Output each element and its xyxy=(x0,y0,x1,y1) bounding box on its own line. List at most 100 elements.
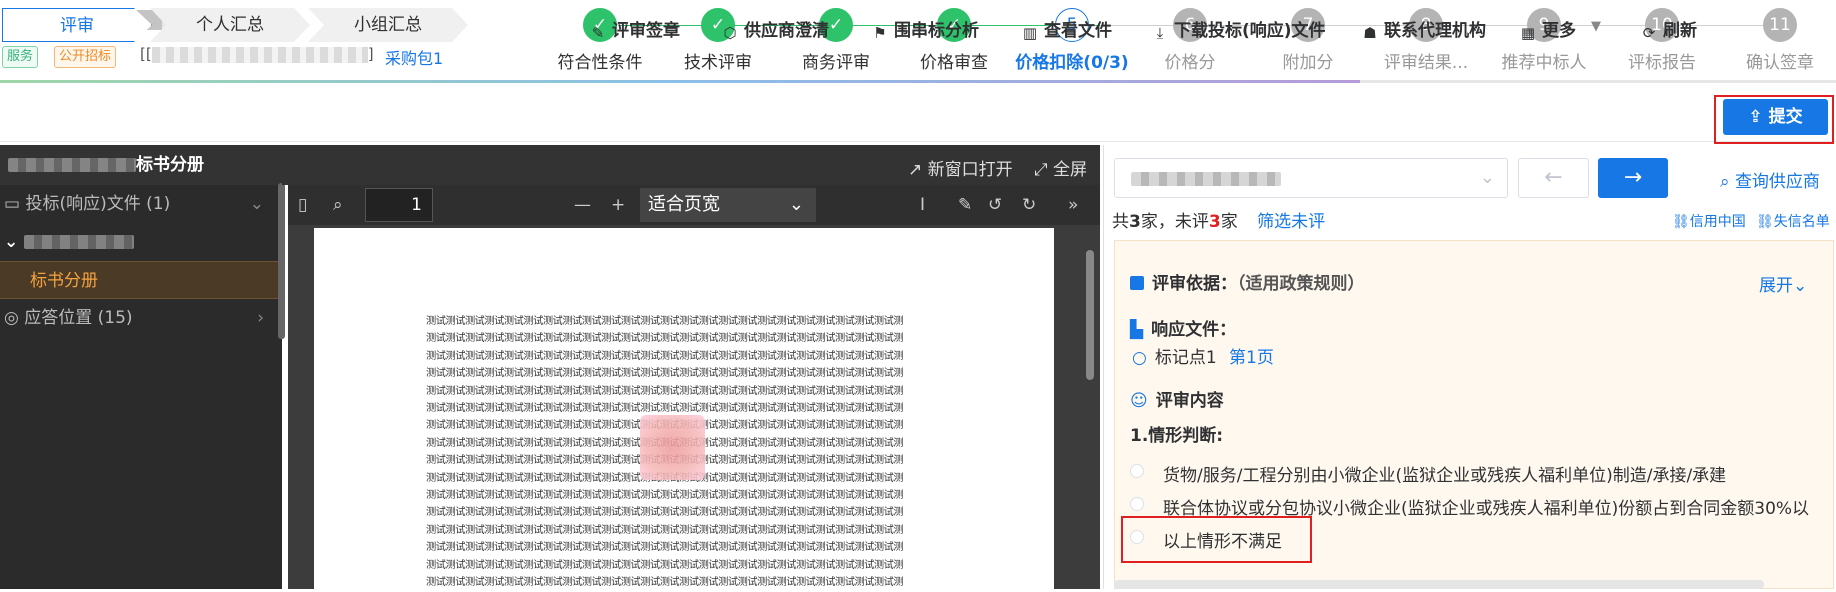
collusion-analysis-button[interactable]: ⚑ 围串标分析 xyxy=(872,16,979,41)
chevron-down-icon: ⌄ xyxy=(1793,276,1808,296)
link-icon: ⛓ xyxy=(1672,214,1690,230)
download-bid-file-button[interactable]: ⤓ 下载投标(响应)文件 xyxy=(1152,16,1326,41)
zoom-in-button[interactable]: + xyxy=(611,195,625,215)
zoom-select[interactable]: 适合页宽 ⌄ xyxy=(640,188,816,222)
step-label: 技术评审 xyxy=(684,53,752,73)
more-tools-icon[interactable]: » xyxy=(1068,195,1078,215)
filter-unrated-link[interactable]: 筛选未评 xyxy=(1257,212,1325,232)
credit-china-link[interactable]: ⛓信用中国 xyxy=(1672,211,1746,231)
location-icon: ◎ xyxy=(4,308,19,328)
chevron-down-icon: ⌄ xyxy=(4,232,19,252)
tree-scrollbar[interactable] xyxy=(278,183,285,339)
pen-icon[interactable]: ✎ xyxy=(958,195,972,215)
user-edit-icon: ☺ xyxy=(1130,391,1148,411)
pdf-text-line: 测试测试测试测试测试测试测试测试测试测试测试测试测试测试测试测试测试测试测试测试… xyxy=(426,333,904,345)
situation-judge-label: 1.情形判断: xyxy=(1130,426,1224,446)
option-radio-2[interactable] xyxy=(1130,497,1144,511)
highlight-option-3 xyxy=(1121,516,1312,563)
fullscreen-button[interactable]: ⤢ 全屏 xyxy=(1034,155,1087,180)
pdf-header: ↗ 新窗口打开 ⤢ 全屏 xyxy=(282,145,1100,185)
mark-point: ○ 标记点1 xyxy=(1132,348,1217,368)
step-label: 推荐中标人 xyxy=(1501,53,1587,73)
circle-icon: ○ xyxy=(1132,348,1147,368)
tree-item-chapter[interactable]: ⌄ xyxy=(0,223,282,261)
zoom-out-button[interactable]: — xyxy=(574,195,591,215)
step-label: 价格扣除(0/3) xyxy=(1015,53,1129,73)
pdf-text-line: 测试测试测试测试测试测试测试测试测试测试测试测试测试测试测试测试测试测试测试测试… xyxy=(426,490,904,502)
file-tree-title: 标书分册 xyxy=(0,145,282,185)
pdf-text-line: 测试测试测试测试测试测试测试测试测试测试测试测试测试测试测试测试测试测试测试测试… xyxy=(426,559,904,571)
prev-supplier-button[interactable]: ← xyxy=(1518,158,1589,198)
external-link-icon: ↗ xyxy=(908,160,923,180)
chevron-down-icon: ⌄ xyxy=(249,194,264,214)
step-label: 商务评审 xyxy=(802,53,870,73)
refresh-button[interactable]: ⟳ 刷新 xyxy=(1641,16,1697,41)
step-number: 11 xyxy=(1763,8,1797,42)
flag-icon: ⚑ xyxy=(873,24,887,42)
step-label: 评审结果... xyxy=(1383,53,1469,73)
pdf-text-line: 测试测试测试测试测试测试测试测试测试测试测试测试测试测试测试测试测试测试测试测试… xyxy=(426,385,904,397)
option-label-1[interactable]: 货物/服务/工程分别由小微企业(监狱企业或残疾人福利单位)制造/承接/承建 xyxy=(1163,461,1726,486)
tab-review[interactable]: 评审 xyxy=(2,8,152,42)
project-code: [[] xyxy=(140,45,374,63)
tab-personal-summary[interactable]: 个人汇总 xyxy=(150,8,310,42)
step-label: 符合性条件 xyxy=(557,53,643,73)
more-dropdown-arrow-icon[interactable]: ▼ xyxy=(1591,19,1601,34)
rotate-right-icon[interactable]: ↻ xyxy=(1022,195,1036,215)
tab-group-summary[interactable]: 小组汇总 xyxy=(308,8,468,42)
step-label: 价格审查 xyxy=(920,53,988,73)
tag-service: 服务 xyxy=(2,46,39,68)
book-icon xyxy=(1130,276,1144,290)
refresh-icon: ⟳ xyxy=(1642,24,1656,42)
search-icon: ⌕ xyxy=(1720,172,1730,192)
response-file-label: ▙ 响应文件： xyxy=(1130,320,1237,340)
view-file-button[interactable]: ▥ 查看文件 xyxy=(1022,16,1112,41)
download-icon: ⤓ xyxy=(1156,24,1164,42)
pdf-text-line: 测试测试测试测试测试测试测试测试测试测试测试测试测试测试测试测试测试测试测试测试… xyxy=(426,350,904,362)
pdf-text-line: 测试测试测试测试测试测试测试测试测试测试测试测试测试测试测试测试测试测试测试测试… xyxy=(426,542,904,554)
query-supplier-link[interactable]: ⌕ 查询供应商 xyxy=(1720,167,1820,192)
contact-agency-button[interactable]: ☗ 联系代理机构 xyxy=(1362,16,1486,41)
chevron-right-icon: › xyxy=(257,308,264,328)
grid-icon: ▦ xyxy=(1520,24,1536,42)
step-label: 价格分 xyxy=(1164,53,1216,73)
step-label: 附加分 xyxy=(1282,53,1334,73)
pdf-text-line: 测试测试测试测试测试测试测试测试测试测试测试测试测试测试测试测试测试测试测试测试… xyxy=(426,368,904,380)
more-menu-button[interactable]: ▦ 更多 xyxy=(1520,16,1576,41)
file-icon: ▭ xyxy=(4,194,21,214)
dishonest-list-link[interactable]: ⛓失信名单 xyxy=(1756,211,1830,231)
pdf-text-line: 测试测试测试测试测试测试测试测试测试测试测试测试测试测试测试测试测试测试测试测试… xyxy=(426,507,904,519)
expand-button[interactable]: 展开⌄ xyxy=(1759,271,1807,296)
pdf-text-line: 测试测试测试测试测试测试测试测试测试测试测试测试测试测试测试测试测试测试测试测试… xyxy=(426,316,904,327)
tag-public-tender: 公开招标 xyxy=(54,46,117,68)
step-11: 11 确认签章 xyxy=(1720,8,1836,73)
option-radio-1[interactable] xyxy=(1130,464,1144,478)
review-basis: 评审依据：（适用政策规则） xyxy=(1130,269,1365,294)
package-name[interactable]: 采购包1 xyxy=(385,45,443,69)
review-content-label: ☺ 评审内容 xyxy=(1130,391,1224,411)
title-blurred xyxy=(8,158,136,172)
tree-item-bid-volume[interactable]: 标书分册 xyxy=(0,261,282,299)
sidebar-toggle-icon[interactable]: ▯ xyxy=(298,195,307,215)
rotate-left-icon[interactable]: ↺ xyxy=(988,195,1002,215)
page-number-input[interactable]: 1 xyxy=(365,188,433,222)
chevron-down-icon: ⌄ xyxy=(1479,167,1495,188)
next-supplier-button[interactable]: → xyxy=(1598,158,1668,198)
search-icon[interactable]: ⌕ xyxy=(333,195,343,215)
text-cursor-icon[interactable]: I xyxy=(920,195,925,215)
pdf-scrollbar[interactable] xyxy=(1086,250,1094,380)
tree-item-response-position[interactable]: ◎ 应答位置 (15) › xyxy=(0,299,282,337)
review-sign-button[interactable]: ✎ 评审签章 xyxy=(590,16,680,41)
page-link[interactable]: 第1页 xyxy=(1229,343,1274,368)
chapter-name-blurred xyxy=(24,235,135,249)
supplier-clarify-button[interactable]: ⬡ 供应商澄清 xyxy=(722,16,829,41)
open-new-window-button[interactable]: ↗ 新窗口打开 xyxy=(908,155,1013,180)
pdf-page: 测试测试测试测试测试测试测试测试测试测试测试测试测试测试测试测试测试测试测试测试… xyxy=(314,228,1054,589)
step-label: 确认签章 xyxy=(1746,53,1814,73)
panel-scrollbar[interactable] xyxy=(1114,580,1764,589)
file-icon: ▥ xyxy=(1022,24,1038,42)
tree-item-bid-file[interactable]: ▭ 投标(响应)文件 (1) ⌄ xyxy=(0,185,282,223)
progress-underline xyxy=(0,80,1360,83)
supplier-count: 共3家，未评3家 筛选未评 xyxy=(1112,212,1326,232)
supplier-select[interactable]: ⌄ xyxy=(1114,158,1508,198)
